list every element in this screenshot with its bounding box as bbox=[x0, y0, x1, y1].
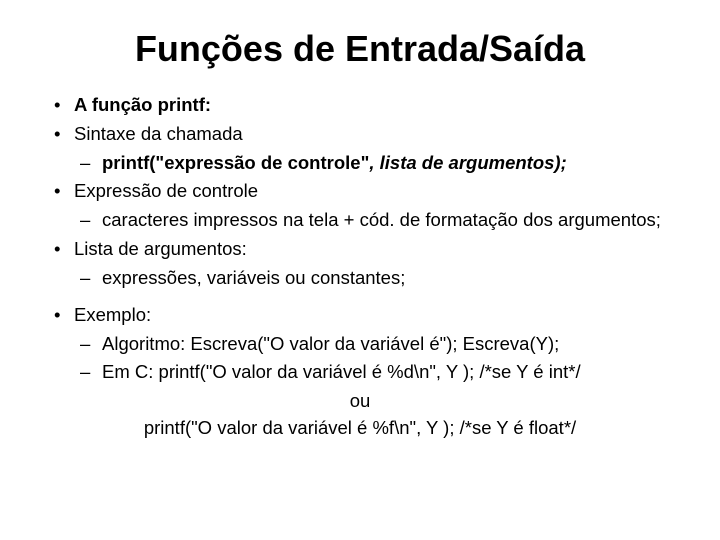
sub-text: Em C: printf("O valor da variável é %d\n… bbox=[102, 361, 581, 382]
bullet-list: A função printf: Sintaxe da chamada prin… bbox=[50, 92, 670, 292]
sub-list: printf("expressão de controle", lista de… bbox=[74, 150, 670, 177]
sub-list: caracteres impressos na tela + cód. de f… bbox=[74, 207, 670, 234]
bullet-item: Expressão de controle caracteres impress… bbox=[50, 178, 670, 234]
bullet-text: Lista de argumentos: bbox=[74, 238, 247, 259]
center-text: printf("O valor da variável é %f\n", Y )… bbox=[50, 415, 670, 442]
bullet-text: Expressão de controle bbox=[74, 180, 258, 201]
sub-text: Algoritmo: Escreva("O valor da variável … bbox=[102, 333, 559, 354]
bullet-item: Lista de argumentos: expressões, variáve… bbox=[50, 236, 670, 292]
slide-title: Funções de Entrada/Saída bbox=[50, 28, 670, 70]
bullet-text: A função printf: bbox=[74, 94, 211, 115]
center-text: ou bbox=[50, 388, 670, 415]
sub-item: Algoritmo: Escreva("O valor da variável … bbox=[74, 331, 670, 358]
bullet-item: Sintaxe da chamada printf("expressão de … bbox=[50, 121, 670, 177]
sub-list: Algoritmo: Escreva("O valor da variável … bbox=[74, 331, 670, 387]
sub-text: , lista de argumentos); bbox=[369, 152, 566, 173]
sub-text: printf("expressão de controle" bbox=[102, 152, 369, 173]
bullet-item: A função printf: bbox=[50, 92, 670, 119]
bullet-list: Exemplo: Algoritmo: Escreva("O valor da … bbox=[50, 302, 670, 386]
sub-item: caracteres impressos na tela + cód. de f… bbox=[74, 207, 670, 234]
sub-text: caracteres impressos na tela + cód. de f… bbox=[102, 209, 661, 230]
bullet-text: Sintaxe da chamada bbox=[74, 123, 243, 144]
sub-item: printf("expressão de controle", lista de… bbox=[74, 150, 670, 177]
sub-list: expressões, variáveis ou constantes; bbox=[74, 265, 670, 292]
sub-item: Em C: printf("O valor da variável é %d\n… bbox=[74, 359, 670, 386]
bullet-text: Exemplo: bbox=[74, 304, 151, 325]
sub-text: expressões, variáveis ou constantes; bbox=[102, 267, 405, 288]
sub-item: expressões, variáveis ou constantes; bbox=[74, 265, 670, 292]
bullet-item: Exemplo: Algoritmo: Escreva("O valor da … bbox=[50, 302, 670, 386]
